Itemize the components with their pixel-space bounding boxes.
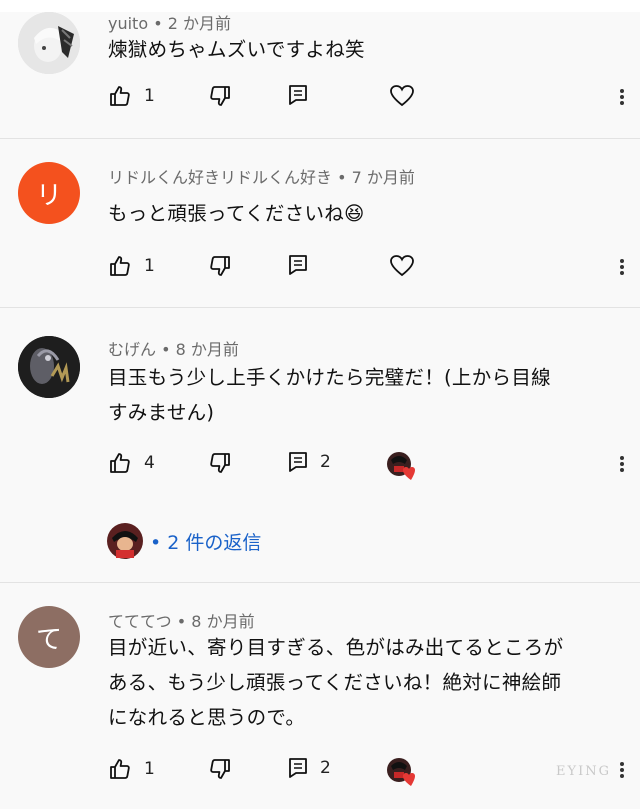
thumbs-down-icon	[210, 86, 230, 106]
reply-icon	[289, 85, 307, 105]
dislike-button[interactable]	[208, 84, 232, 108]
author-name[interactable]: yuito	[108, 14, 148, 33]
avatar-letter: て	[35, 624, 62, 655]
action-bar: 1 2	[0, 757, 640, 787]
divider	[0, 307, 640, 308]
author-name[interactable]: リドルくん好きリドルくん好き	[108, 168, 332, 187]
heart-icon	[390, 85, 414, 107]
comment-meta: てててつ • 8 か月前	[108, 612, 255, 631]
comment-time[interactable]: 7 か月前	[352, 168, 415, 187]
creator-heart-badge[interactable]	[385, 756, 417, 788]
action-bar: 1	[0, 84, 640, 114]
avatar[interactable]	[18, 12, 80, 74]
avatar[interactable]: リ	[18, 162, 80, 224]
more-vert-icon[interactable]	[620, 257, 626, 277]
comment-text: 目玉もう少し上手くかけたら完璧だ！(上から目線 すみません)	[108, 366, 551, 424]
comment-time[interactable]: 2 か月前	[168, 14, 231, 33]
avatar-letter: リ	[35, 180, 62, 211]
divider	[0, 582, 640, 583]
like-count: 1	[144, 256, 155, 276]
author-name[interactable]: てててつ	[108, 612, 172, 631]
thumbs-up-icon	[110, 759, 130, 779]
reply-icon	[289, 758, 307, 778]
like-button[interactable]: 4	[108, 451, 155, 475]
creator-avatar-heart-icon	[387, 758, 415, 786]
avatar[interactable]	[18, 336, 80, 398]
thumbs-up-icon	[110, 453, 130, 473]
top-bar	[0, 0, 640, 12]
comment-text: 煉獄めちゃムズいですよね笑	[108, 38, 365, 61]
thumbs-down-icon	[210, 453, 230, 473]
like-button[interactable]: 1	[108, 254, 155, 278]
like-count: 4	[144, 453, 155, 473]
avatar-image	[18, 336, 80, 398]
action-bar: 4 2	[0, 451, 640, 481]
action-bar: 1	[0, 254, 640, 284]
view-replies-link[interactable]: • 2 件の返信	[106, 522, 261, 560]
more-vert-icon[interactable]	[620, 454, 626, 474]
creator-heart-badge[interactable]	[385, 450, 417, 482]
avatar-image	[18, 12, 80, 74]
like-count: 1	[144, 759, 155, 779]
reply-count: 2	[320, 452, 331, 472]
heart-icon	[390, 255, 414, 277]
reply-button[interactable]	[288, 84, 308, 106]
creator-avatar	[107, 523, 143, 559]
like-button[interactable]: 1	[108, 84, 155, 108]
creator-heart-button[interactable]	[389, 84, 415, 108]
avatar[interactable]: て	[18, 606, 80, 668]
thumbs-up-icon	[110, 86, 130, 106]
dislike-button[interactable]	[208, 451, 232, 475]
dislike-button[interactable]	[208, 757, 232, 781]
comment-time[interactable]: 8 か月前	[176, 340, 239, 359]
author-name[interactable]: むげん	[108, 340, 156, 359]
reply-button[interactable]	[288, 254, 308, 276]
comment-meta: むげん • 8 か月前	[108, 340, 239, 359]
dislike-button[interactable]	[208, 254, 232, 278]
creator-heart-button[interactable]	[389, 254, 415, 278]
thumbs-up-icon	[110, 256, 130, 276]
reply-button[interactable]: 2	[288, 451, 331, 473]
reply-button[interactable]: 2	[288, 757, 331, 779]
watermark: EYING	[556, 764, 611, 779]
comment-meta: リドルくん好きリドルくん好き • 7 か月前	[108, 168, 415, 187]
comment-time[interactable]: 8 か月前	[191, 612, 254, 631]
thumbs-down-icon	[210, 759, 230, 779]
creator-avatar-heart-icon	[387, 452, 415, 480]
comment-meta: yuito • 2 か月前	[108, 14, 232, 33]
like-count: 1	[144, 86, 155, 106]
more-vert-icon[interactable]	[620, 87, 626, 107]
more-vert-icon[interactable]	[620, 760, 626, 780]
reply-icon	[289, 255, 307, 275]
reply-icon	[289, 452, 307, 472]
divider	[0, 138, 640, 139]
reply-count: 2	[320, 758, 331, 778]
view-replies-text[interactable]: • 2 件の返信	[150, 528, 261, 555]
like-button[interactable]: 1	[108, 757, 155, 781]
comment-text: 目が近い、寄り目すぎる、色がはみ出てるところが ある、もう少し頑張ってくださいね…	[108, 636, 564, 729]
comment-text: もっと頑張ってくださいね😆	[108, 202, 365, 225]
thumbs-down-icon	[210, 256, 230, 276]
